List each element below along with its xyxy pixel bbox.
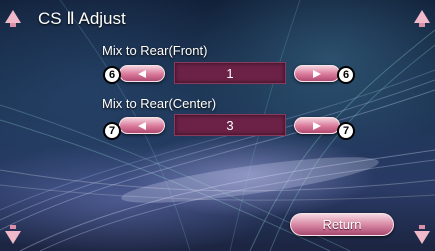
page-title: CS Ⅱ Adjust [38,9,126,28]
mix-center-increase-button[interactable] [294,117,340,134]
mix-front-increase-button[interactable] [294,65,340,82]
up-arrow-icon [414,10,430,23]
left-arrow-icon [138,69,146,78]
arrow-stem [419,23,425,27]
callout-badge: 7 [103,122,121,140]
right-arrow-icon [313,69,321,78]
left-arrow-icon [138,121,146,130]
corner-up-arrow-top-left[interactable] [5,10,21,40]
callout-badge: 6 [337,66,355,84]
mix-front-decrease-button[interactable] [119,65,165,82]
mix-center-decrease-button[interactable] [119,117,165,134]
corner-down-arrow-bottom-left[interactable] [5,225,21,251]
return-button[interactable]: Return [290,213,394,236]
down-arrow-icon [5,231,21,244]
cs2-adjust-screen: CS Ⅱ Adjust Mix to Rear(Front) 6 1 6 Mix… [0,0,435,251]
mix-front-label: Mix to Rear(Front) [102,43,208,58]
right-arrow-icon [313,121,321,130]
arrow-stem [10,225,16,229]
mix-center-value: 3 [174,114,286,136]
arrow-stem [10,23,16,27]
callout-badge: 7 [337,122,355,140]
down-arrow-icon [414,231,430,244]
arrow-stem [419,225,425,229]
up-arrow-icon [5,10,21,23]
corner-up-arrow-top-right[interactable] [414,10,430,40]
mix-center-label: Mix to Rear(Center) [102,96,217,111]
corner-down-arrow-bottom-right[interactable] [414,225,430,251]
mix-front-value: 1 [174,62,286,84]
callout-badge: 6 [103,66,121,84]
